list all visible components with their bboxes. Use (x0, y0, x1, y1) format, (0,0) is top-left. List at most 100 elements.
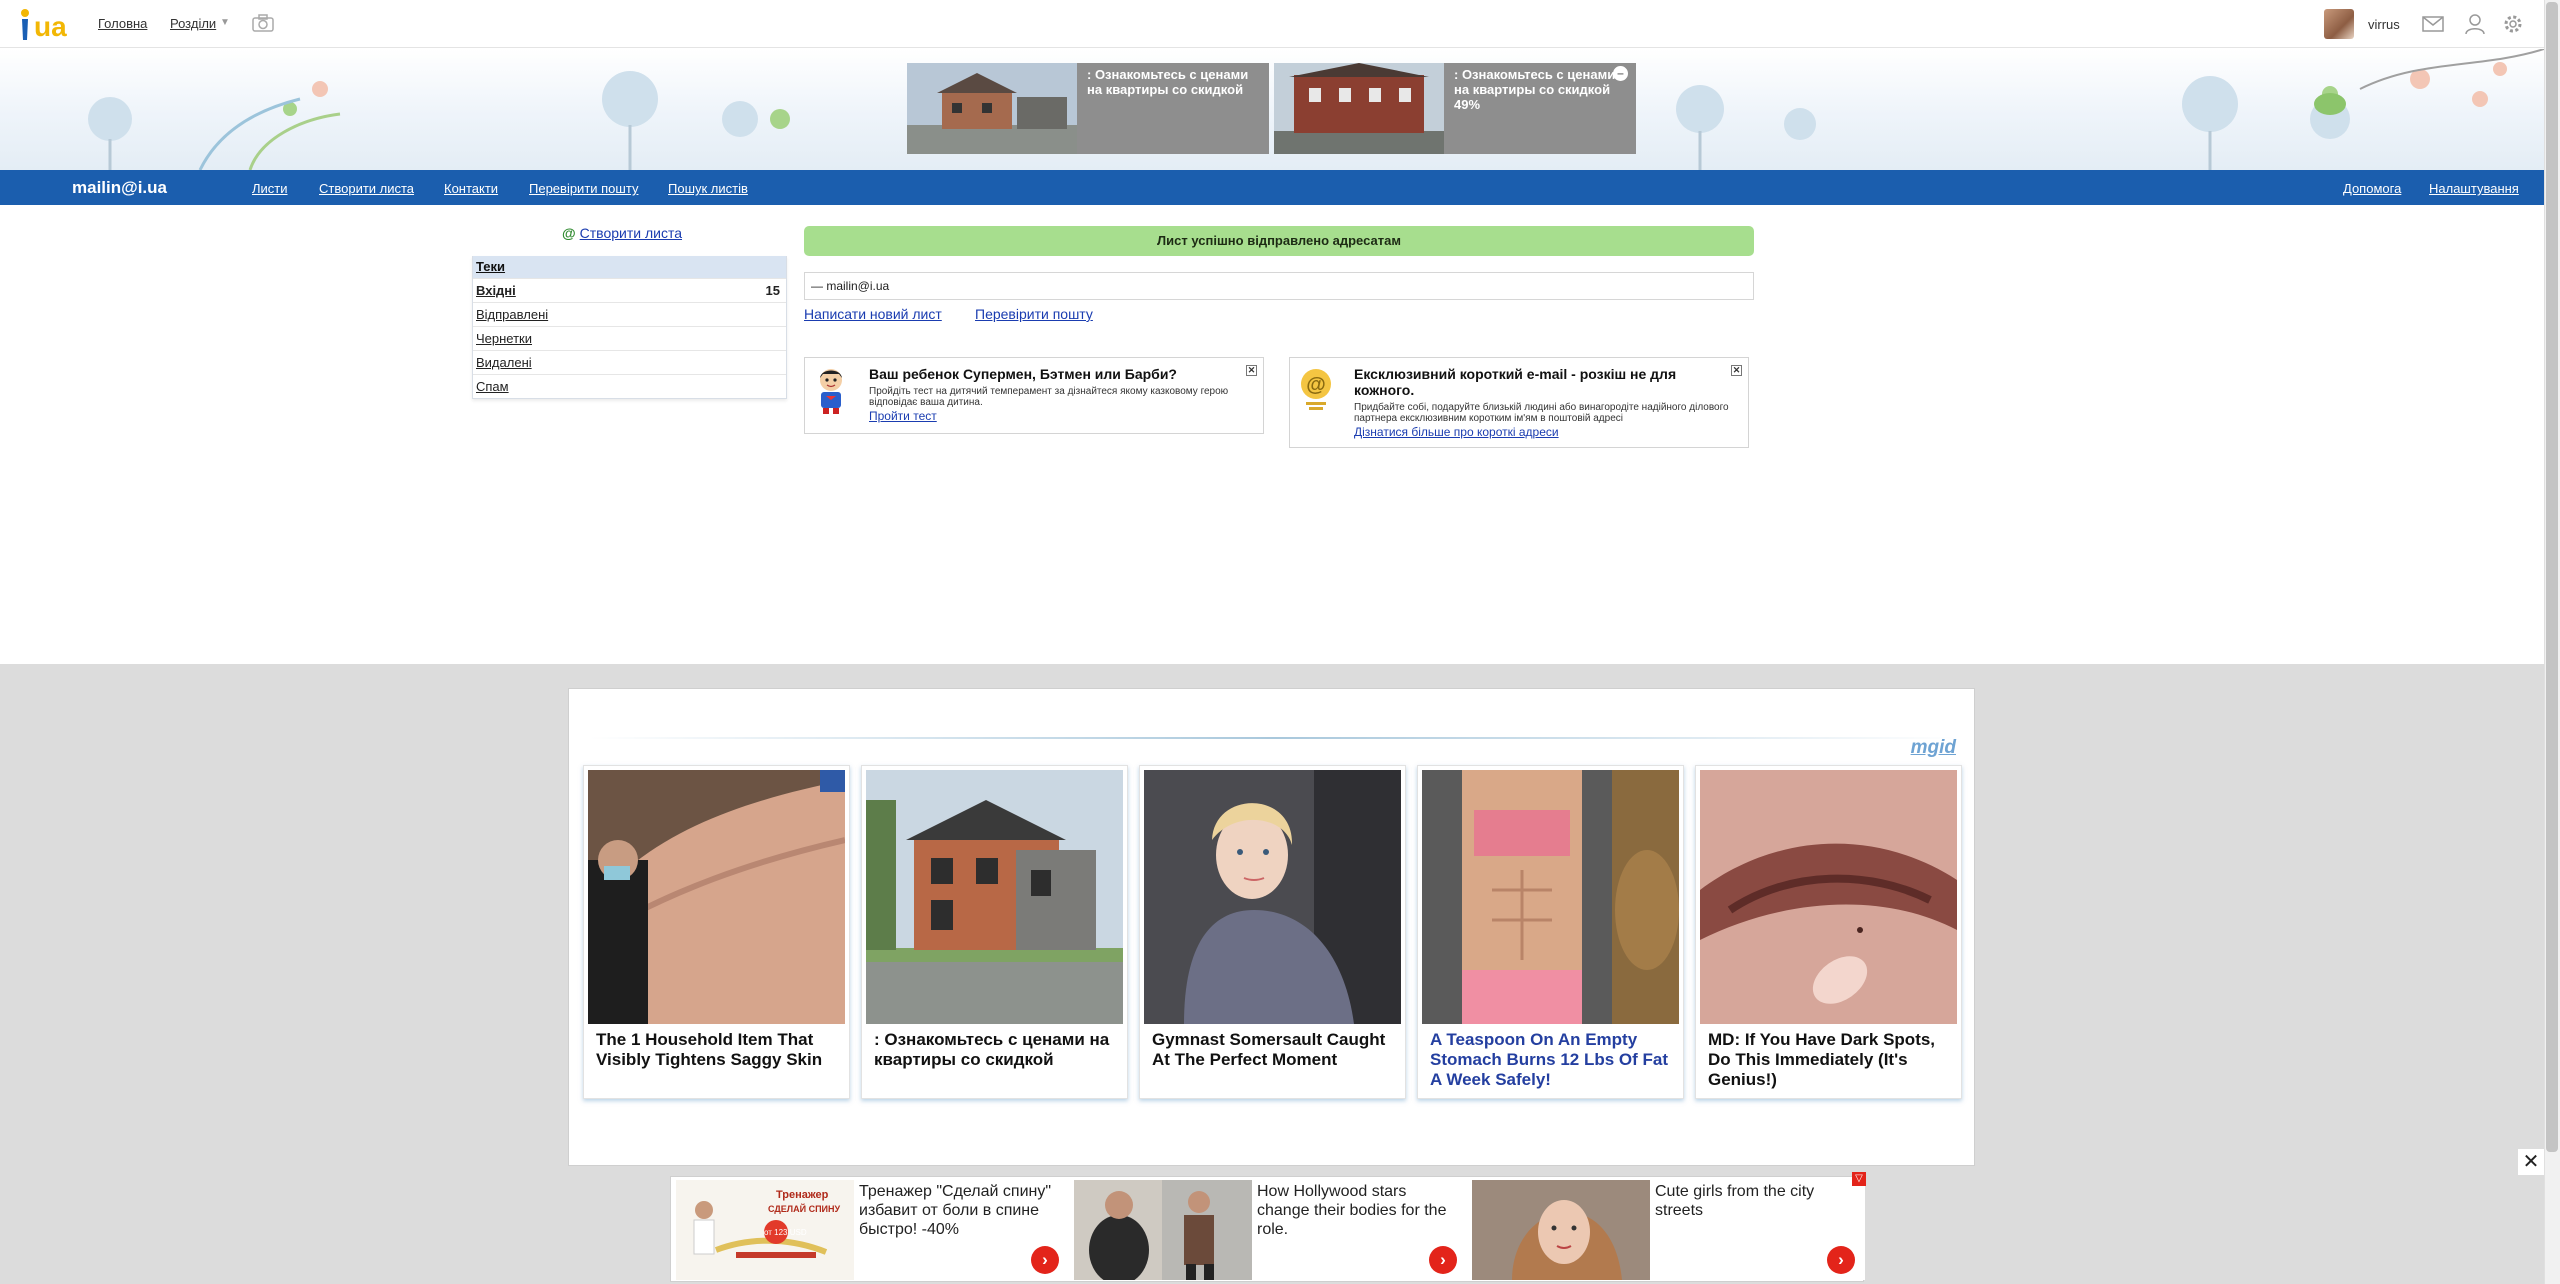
ad-card-image (1422, 770, 1679, 1024)
short-address-link[interactable]: Дізнатися більше про короткі адреси (1354, 425, 1559, 439)
svg-text:@: @ (1306, 374, 1326, 396)
gear-icon[interactable] (2502, 13, 2524, 35)
ad-banner[interactable]: : Ознакомьтесь с ценами на квартиры со с… (907, 63, 1269, 154)
svg-text:от 123 USD: от 123 USD (764, 1228, 807, 1237)
folder-label: Вхідні (476, 283, 516, 298)
folder-deleted[interactable]: Видалені (473, 350, 786, 374)
create-letter-link[interactable]: Створити листа (580, 225, 682, 241)
nav-create-letter[interactable]: Створити листа (319, 181, 414, 196)
nav-letters[interactable]: Листи (252, 181, 288, 196)
folder-inbox[interactable]: Вхідні 15 (473, 278, 786, 302)
ad-card-image (588, 770, 845, 1024)
superhero-kid-icon (820, 369, 842, 414)
divider (589, 737, 1959, 739)
chevron-right-icon[interactable]: › (1827, 1246, 1855, 1274)
ad-card[interactable]: The 1 Household Item That Visibly Tighte… (583, 765, 850, 1099)
username[interactable]: virrus (2368, 17, 2400, 32)
bottom-ad-strip: Тренажер СДЕЛАЙ СПИНУ от 123 USD Тренаже… (670, 1176, 1865, 1282)
chevron-right-icon[interactable]: › (1429, 1246, 1457, 1274)
ad-card-title: MD: If You Have Dark Spots, Do This Imme… (1708, 1030, 1936, 1089)
mail-icon[interactable] (2422, 13, 2444, 35)
folder-drafts[interactable]: Чернетки (473, 326, 786, 350)
unread-count: 15 (765, 283, 780, 298)
ad-card-title: A Teaspoon On An Empty Stomach Burns 12 … (1430, 1030, 1669, 1089)
bottom-ad-card[interactable]: Cute girls from the city streets › (1469, 1180, 1865, 1280)
svg-text:ua: ua (34, 11, 67, 42)
promo-box-short-email: @ Ексклюзивний короткий e-mail - розкіш … (1289, 357, 1749, 448)
at-icon: @ (562, 225, 576, 241)
header-banner-area: : Ознакомьтесь с ценами на квартиры со с… (0, 49, 2544, 170)
ad-choices-icon[interactable]: ▽ (1852, 1172, 1866, 1186)
svg-text:Тренажер: Тренажер (776, 1189, 829, 1201)
mail-nav-bar: mailin@i.ua Листи Створити листа Контакт… (0, 170, 2544, 205)
bottom-ad-text: Cute girls from the city streets (1655, 1183, 1815, 1219)
camera-icon[interactable] (252, 14, 274, 32)
promo-title: Ексклюзивний короткий e-mail - розкіш не… (1354, 366, 1677, 398)
ad-banner-text: : Ознакомьтесь с ценами на квартиры со с… (1087, 67, 1249, 97)
ad-card[interactable]: Gymnast Somersault Caught At The Perfect… (1139, 765, 1406, 1099)
ad-card-image (1144, 770, 1401, 1024)
check-mail-link[interactable]: Перевірити пошту (975, 306, 1093, 322)
folder-spam[interactable]: Спам (473, 374, 786, 398)
bottom-ad-text: How Hollywood stars change their bodies … (1257, 1183, 1447, 1238)
bottom-ad-image: Тренажер СДЕЛАЙ СПИНУ от 123 USD (676, 1180, 854, 1280)
nav-search-letters[interactable]: Пошук листів (668, 181, 748, 196)
nav-check-mail[interactable]: Перевірити пошту (529, 181, 638, 196)
mgid-ad-panel: mgid The 1 Household Item That Visibly T… (568, 688, 1975, 1166)
ad-card-title: The 1 Household Item That Visibly Tighte… (596, 1030, 823, 1069)
svg-text:СДЕЛАЙ СПИНУ: СДЕЛАЙ СПИНУ (768, 1203, 841, 1214)
promo-title: Ваш ребенок Супермен, Бэтмен или Барби? (869, 366, 1177, 382)
promo-text: Пройдіть тест на дитячий темперамент за … (869, 386, 1229, 408)
folder-label: Чернетки (476, 331, 533, 346)
mgid-logo[interactable]: mgid (1911, 737, 1956, 759)
bottom-ad-text: Тренажер "Сделай спину" избавит от боли … (859, 1183, 1052, 1238)
folder-label: Видалені (476, 355, 532, 370)
ad-card[interactable]: A Teaspoon On An Empty Stomach Burns 12 … (1417, 765, 1684, 1099)
ad-card-title: Gymnast Somersault Caught At The Perfect… (1152, 1030, 1386, 1069)
user-icon[interactable] (2464, 13, 2486, 35)
ad-banner-image (907, 63, 1077, 154)
at-sign-icon: @ (1301, 369, 1331, 410)
ad-banner[interactable]: : Ознакомьтесь с ценами на квартиры со с… (1274, 63, 1636, 154)
create-letter-link-wrap: @ Створити листа (562, 225, 682, 241)
header-decoration (88, 49, 2544, 170)
promo-text: Придбайте собі, подаруйте близькій людин… (1354, 402, 1729, 424)
close-icon[interactable]: – (1613, 66, 1628, 81)
folders-panel: Теки Вхідні 15 Відправлені Чернетки Вида… (472, 256, 787, 399)
close-icon[interactable]: ✕ (1731, 365, 1742, 376)
take-test-link[interactable]: Пройти тест (869, 409, 937, 423)
scrollbar-thumb[interactable] (2546, 2, 2558, 1152)
folders-title[interactable]: Теки (473, 256, 786, 278)
chevron-right-icon[interactable]: › (1031, 1246, 1059, 1274)
write-new-letter-link[interactable]: Написати новий лист (804, 306, 942, 322)
folder-sent[interactable]: Відправлені (473, 302, 786, 326)
avatar[interactable] (2324, 9, 2354, 39)
ad-banner-image (1274, 63, 1444, 154)
nav-contacts[interactable]: Контакти (444, 181, 498, 196)
close-icon[interactable]: ✕ (1246, 365, 1257, 376)
nav-help[interactable]: Допомога (2343, 181, 2401, 196)
ad-card[interactable]: : Ознакомьтесь с ценами на квартиры со с… (861, 765, 1128, 1099)
ad-card-image (1700, 770, 1957, 1024)
chevron-down-icon[interactable]: ▼ (220, 17, 230, 28)
close-icon[interactable]: ✕ (2518, 1149, 2544, 1175)
ad-banner-text: : Ознакомьтесь с ценами на квартиры со с… (1454, 67, 1616, 112)
ad-card-title: : Ознакомьтесь с ценами на квартиры со с… (874, 1030, 1110, 1069)
bottom-ad-card[interactable]: Тренажер СДЕЛАЙ СПИНУ от 123 USD Тренаже… (673, 1180, 1069, 1280)
nav-settings[interactable]: Налаштування (2429, 181, 2519, 196)
mailbox-brand[interactable]: mailin@i.ua (72, 178, 167, 198)
recipient-line: — mailin@i.ua (804, 272, 1754, 300)
bottom-ad-image (1074, 1180, 1252, 1280)
i-ua-logo[interactable]: ua (18, 6, 76, 42)
folder-label: Спам (476, 379, 509, 394)
success-message: Лист успішно відправлено адресатам (804, 226, 1754, 256)
bottom-ad-card[interactable]: How Hollywood stars change their bodies … (1071, 1180, 1467, 1280)
ad-card[interactable]: MD: If You Have Dark Spots, Do This Imme… (1695, 765, 1962, 1099)
nav-sections[interactable]: Розділи (170, 16, 216, 31)
folder-label: Відправлені (476, 307, 549, 322)
ad-card-image (866, 770, 1123, 1024)
nav-home[interactable]: Головна (98, 16, 147, 31)
bottom-ad-image (1472, 1180, 1650, 1280)
promo-box-test: Ваш ребенок Супермен, Бэтмен или Барби? … (804, 357, 1264, 434)
top-bar: ua Головна Розділи ▼ virrus (0, 0, 2544, 48)
